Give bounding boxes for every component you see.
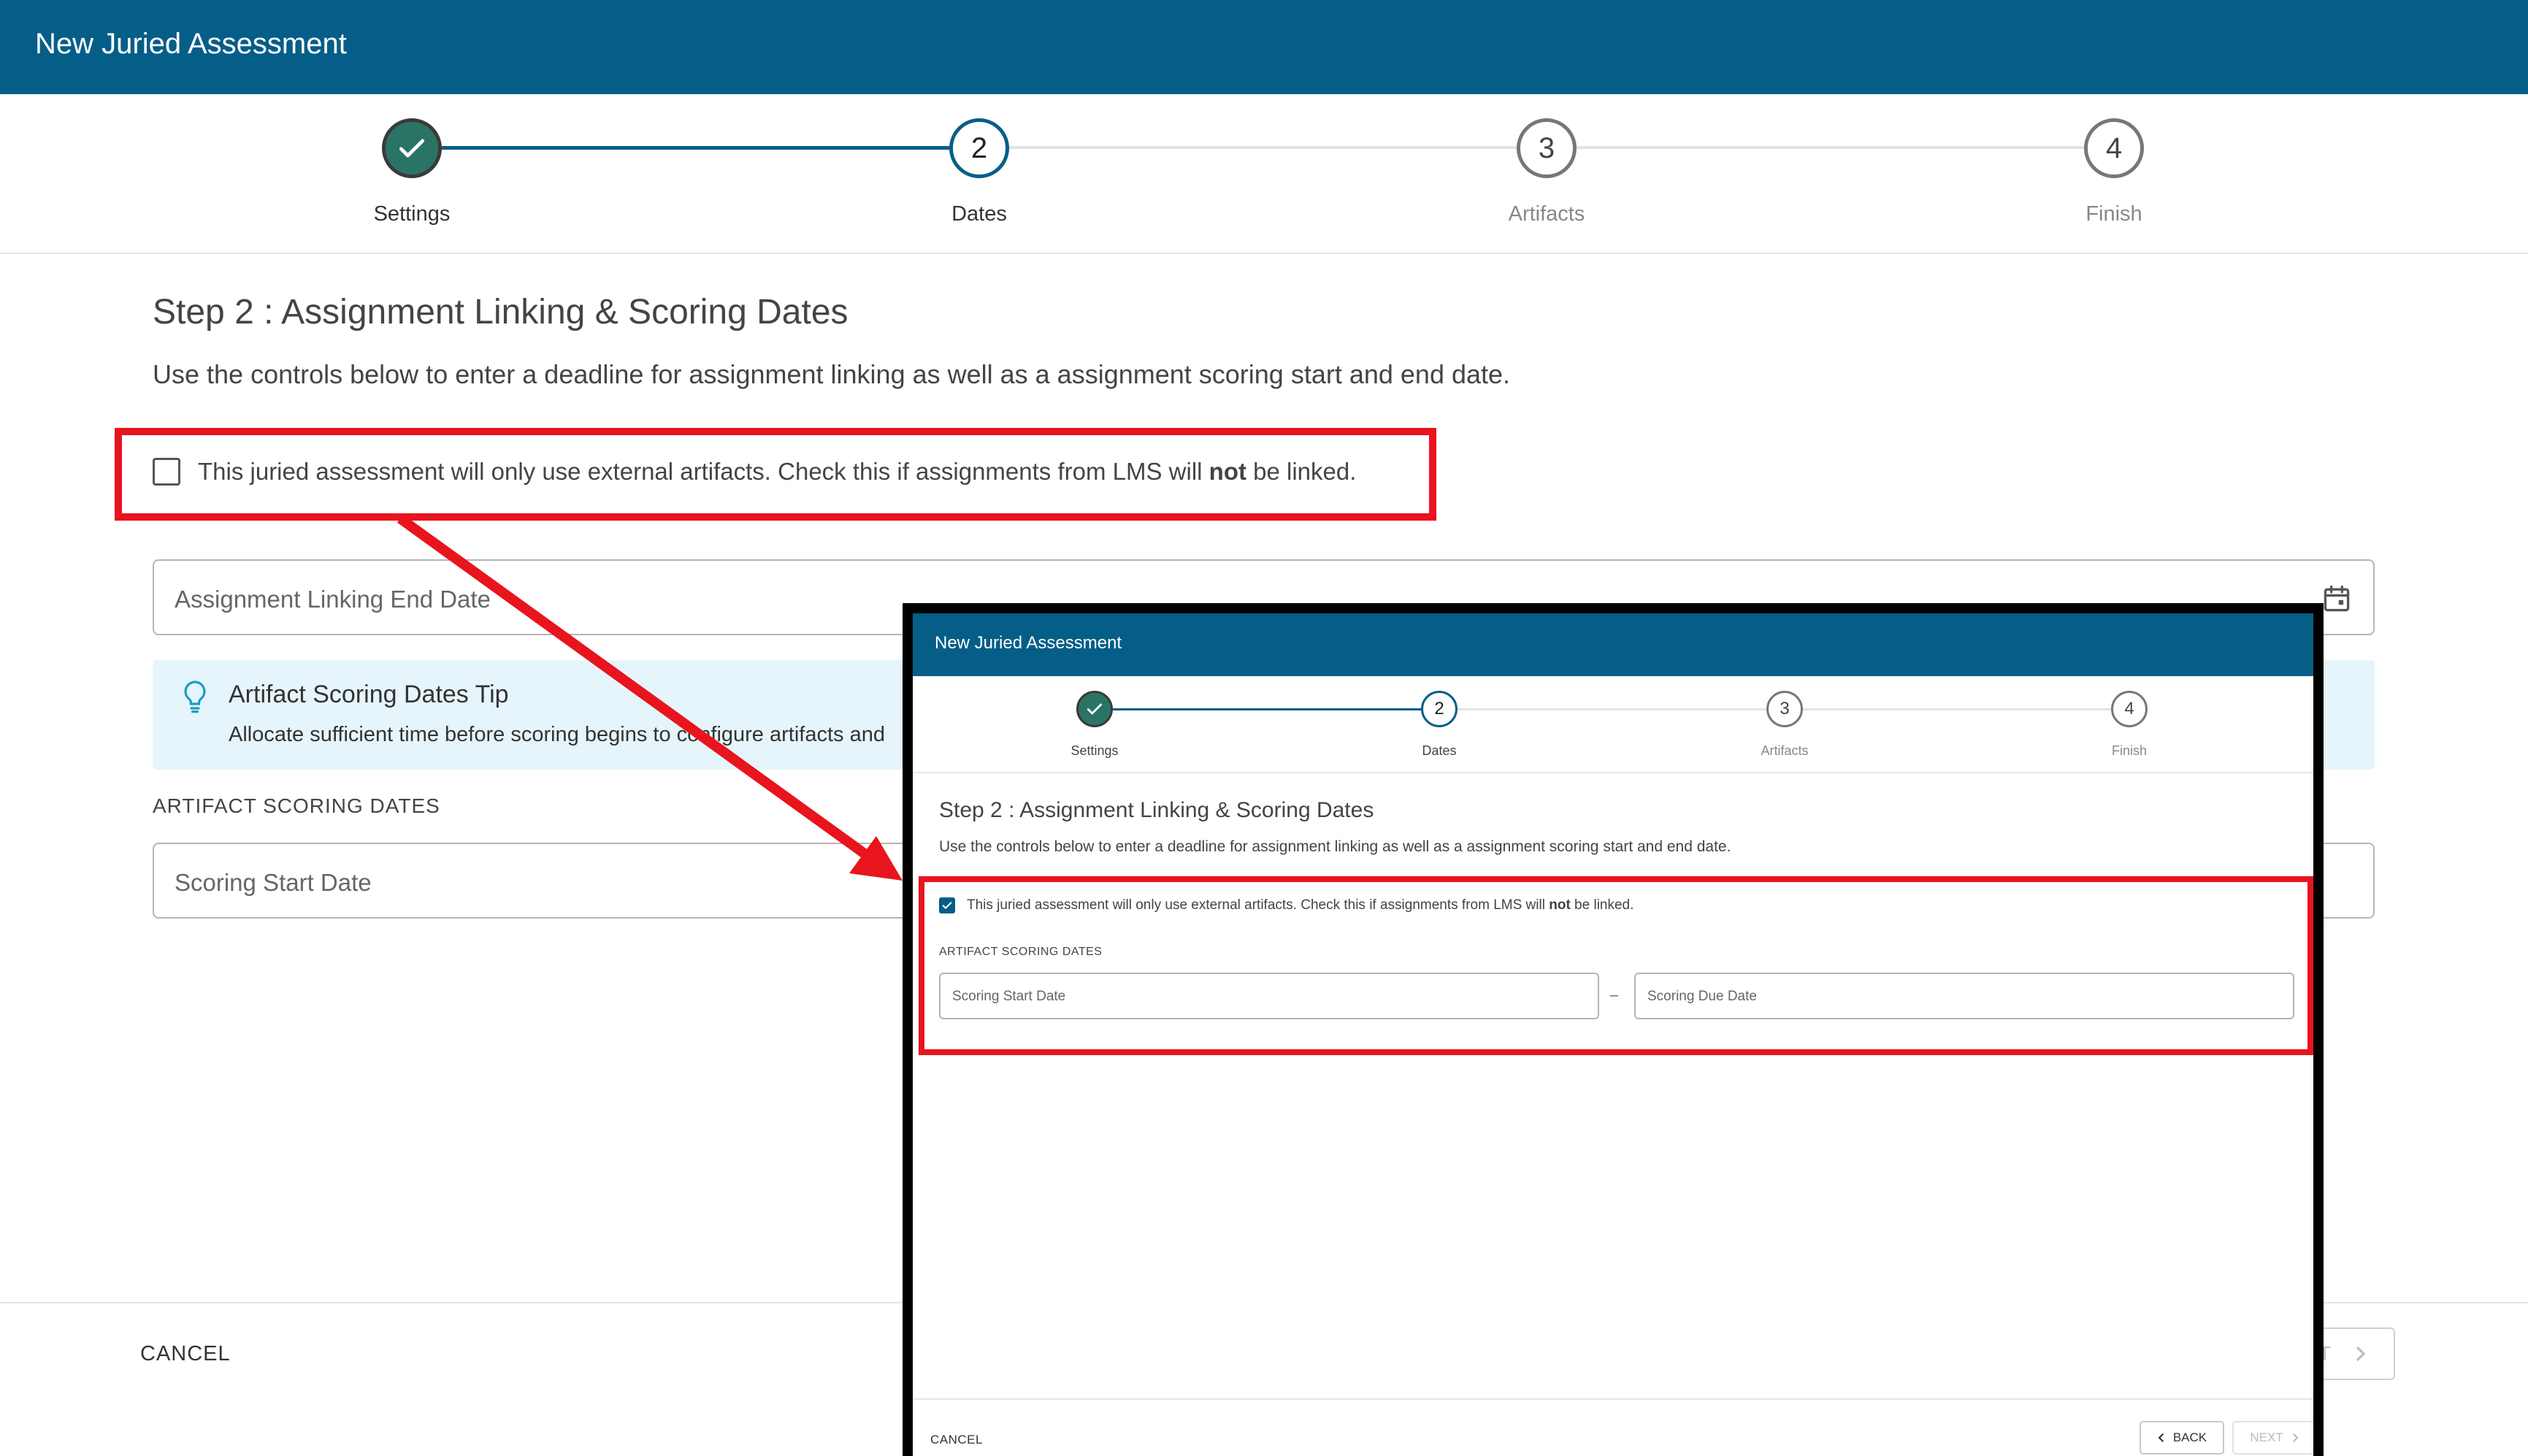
app-header: New Juried Assessment bbox=[0, 0, 2528, 94]
step-4-label: Finish bbox=[2085, 202, 2142, 226]
chevron-right-icon bbox=[2356, 1346, 2366, 1362]
inset-next-button[interactable]: NEXT bbox=[2232, 1421, 2313, 1455]
step-connector-1 bbox=[442, 146, 950, 150]
inset-checkmark-icon bbox=[1087, 703, 1103, 715]
inset-step-4-circle[interactable]: 4 bbox=[2111, 691, 2148, 727]
inset-annotation-highlight-box bbox=[919, 876, 2313, 1055]
inset-step-4-label: Finish bbox=[2111, 743, 2147, 758]
step-4-circle[interactable]: 4 bbox=[2084, 118, 2144, 178]
scoring-dates-section-label: ARTIFACT SCORING DATES bbox=[153, 794, 440, 817]
step-3-label: Artifacts bbox=[1508, 202, 1585, 226]
step-connector-2 bbox=[1009, 146, 1517, 149]
inset-next-label: NEXT bbox=[2250, 1430, 2283, 1444]
inset-page-title: Step 2 : Assignment Linking & Scoring Da… bbox=[939, 798, 1374, 822]
inset-page-description: Use the controls below to enter a deadli… bbox=[939, 838, 1731, 855]
tip-text: Allocate sufficient time before scoring … bbox=[229, 723, 885, 746]
step-3-number: 3 bbox=[1538, 131, 1555, 164]
step-2-number: 2 bbox=[970, 131, 988, 164]
calendar-icon[interactable] bbox=[2321, 583, 2353, 615]
inset-chevron-right-icon bbox=[2292, 1433, 2299, 1442]
inset-stepper: 2 3 4 Settings Dates Artifacts Finish bbox=[913, 676, 2313, 773]
inset-step-4-number: 4 bbox=[2124, 699, 2134, 719]
inset-step-connector-2 bbox=[1458, 708, 1766, 710]
inset-header: New Juried Assessment bbox=[913, 613, 2313, 676]
inset-step-connector-1 bbox=[1113, 708, 1421, 710]
inset-chevron-left-icon bbox=[2158, 1433, 2164, 1442]
inset-step-1-circle[interactable] bbox=[1076, 691, 1113, 727]
step-connector-3 bbox=[1577, 146, 2085, 149]
step-1-label: Settings bbox=[373, 202, 451, 226]
step-2-circle[interactable]: 2 bbox=[949, 118, 1009, 178]
inset-back-button[interactable]: BACK bbox=[2140, 1421, 2224, 1455]
scoring-start-date-placeholder: Scoring Start Date bbox=[175, 869, 372, 896]
inset-step-3-label: Artifacts bbox=[1761, 743, 1809, 758]
wizard-stepper: 2 3 4 Settings Dates Artifacts Finish bbox=[0, 94, 2528, 254]
inset-back-label: BACK bbox=[2172, 1430, 2207, 1444]
inset-step-3-circle[interactable]: 3 bbox=[1766, 691, 1803, 727]
cancel-button[interactable]: CANCEL bbox=[140, 1342, 231, 1366]
app-title: New Juried Assessment bbox=[35, 28, 347, 60]
inset-step-3-number: 3 bbox=[1780, 699, 1790, 719]
inset-screenshot: New Juried Assessment 2 3 4 Settings Dat… bbox=[903, 603, 2324, 1456]
page-description: Use the controls below to enter a deadli… bbox=[153, 359, 1511, 389]
step-1-circle[interactable] bbox=[382, 118, 442, 178]
inset-cancel-button[interactable]: CANCEL bbox=[930, 1433, 983, 1447]
inset-step-1-label: Settings bbox=[1070, 743, 1119, 758]
inset-app-title: New Juried Assessment bbox=[935, 633, 1122, 653]
lightbulb-icon bbox=[184, 681, 206, 713]
annotation-highlight-box bbox=[115, 428, 1436, 521]
inset-step-2-label: Dates bbox=[1422, 743, 1457, 758]
page-title: Step 2 : Assignment Linking & Scoring Da… bbox=[153, 293, 849, 332]
step-4-number: 4 bbox=[2105, 131, 2123, 164]
inset-step-2-circle[interactable]: 2 bbox=[1421, 691, 1458, 727]
checkmark-icon bbox=[399, 139, 425, 158]
tip-title: Artifact Scoring Dates Tip bbox=[229, 681, 509, 708]
step-2-label: Dates bbox=[951, 202, 1007, 226]
step-3-circle[interactable]: 3 bbox=[1517, 118, 1577, 178]
linking-end-date-placeholder: Assignment Linking End Date bbox=[175, 586, 491, 613]
inset-step-2-number: 2 bbox=[1434, 699, 1444, 719]
inset-footer-divider bbox=[913, 1398, 2313, 1400]
inset-step-connector-3 bbox=[1803, 708, 2111, 710]
